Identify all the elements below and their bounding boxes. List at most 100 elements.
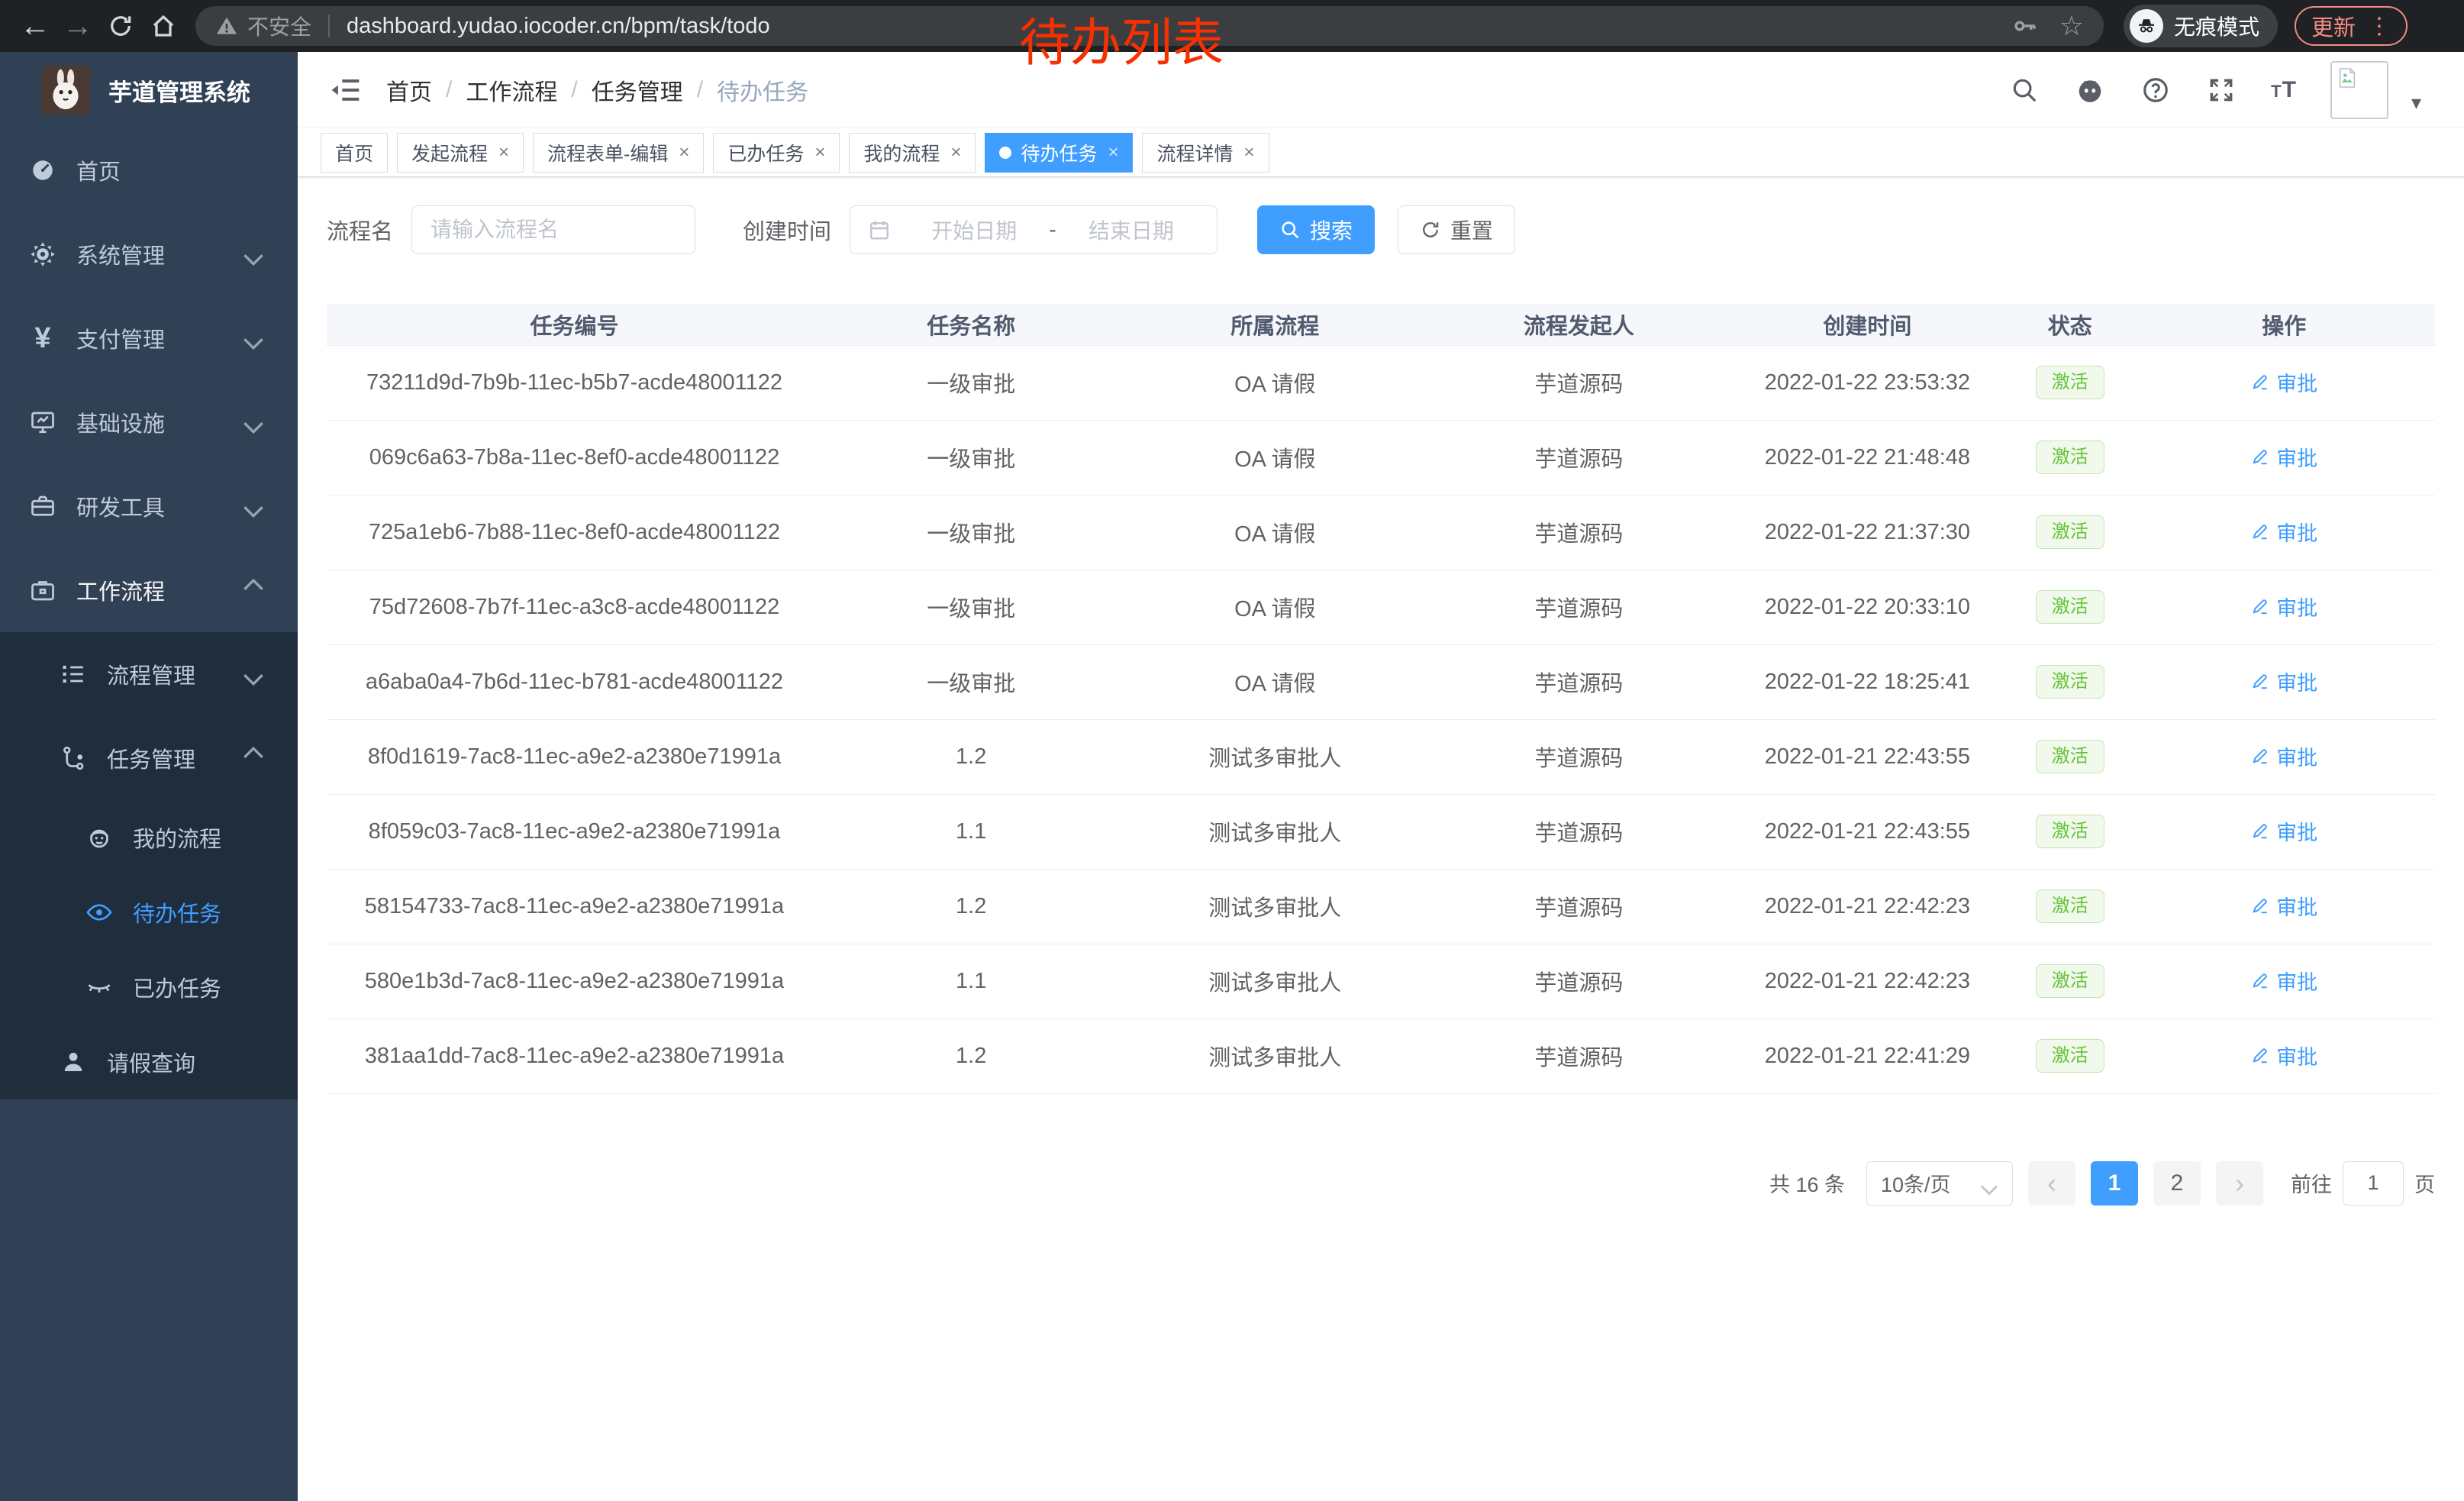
sidebar-item-task-mgmt[interactable]: 任务管理 — [0, 716, 298, 800]
approve-link[interactable]: 审批 — [2250, 517, 2317, 547]
tab-首页[interactable]: 首页 — [321, 133, 388, 173]
sidebar-item-process-mgmt[interactable]: 流程管理 — [0, 632, 298, 716]
approve-link[interactable]: 审批 — [2250, 966, 2317, 996]
process-name-input[interactable] — [411, 205, 695, 254]
task-id-cell: 8f0d1619-7ac8-11ec-a9e2-a2380e71991a — [327, 719, 822, 794]
reset-button[interactable]: 重置 — [1398, 205, 1515, 254]
create-time-cell: 2022-01-21 22:43:55 — [1728, 719, 2008, 794]
search-button[interactable]: 搜索 — [1257, 205, 1375, 254]
tab-发起流程[interactable]: 发起流程 × — [397, 133, 524, 173]
status-cell: 激活 — [2007, 1018, 2133, 1093]
status-badge: 激活 — [2036, 740, 2104, 774]
approve-link[interactable]: 审批 — [2250, 1041, 2317, 1070]
help-icon[interactable] — [2140, 74, 2172, 106]
approve-link[interactable]: 审批 — [2250, 592, 2317, 621]
task-id-cell: 069c6a63-7b8a-11ec-8ef0-acde48001122 — [327, 420, 822, 495]
eye-icon — [84, 897, 114, 928]
calendar-icon — [867, 218, 892, 242]
task-name-cell: 一级审批 — [822, 345, 1121, 420]
address-divider — [328, 15, 330, 37]
pen-icon — [2250, 372, 2270, 392]
close-tab-icon[interactable]: × — [679, 142, 689, 163]
actions-cell: 审批 — [2133, 869, 2435, 944]
sidebar-item-leave-query[interactable]: 请假查询 — [0, 1025, 298, 1099]
home-icon — [150, 12, 177, 40]
status-badge: 激活 — [2036, 441, 2104, 475]
browser-reload-button[interactable] — [99, 5, 142, 47]
key-icon[interactable] — [2012, 13, 2038, 39]
approve-link[interactable]: 审批 — [2250, 442, 2317, 472]
browser-back-button[interactable]: ← — [14, 5, 56, 47]
broken-image-icon — [2335, 66, 2359, 90]
page-button-1[interactable]: 1 — [2091, 1161, 2138, 1206]
branch-icon — [58, 743, 89, 773]
chevron-down-icon — [1980, 1177, 1998, 1189]
sidebar-item-workflow[interactable]: 工作流程 — [0, 548, 298, 632]
initiator-cell: 芋道源码 — [1430, 944, 1728, 1018]
start-date-placeholder[interactable]: 开始日期 — [905, 215, 1043, 245]
date-range-picker[interactable]: 开始日期 - 结束日期 — [850, 205, 1217, 254]
task-id-cell: 580e1b3d-7ac8-11ec-a9e2-a2380e71991a — [327, 944, 822, 1018]
close-tab-icon[interactable]: × — [950, 142, 961, 163]
tab-label: 发起流程 — [411, 139, 488, 166]
close-tab-icon[interactable]: × — [814, 142, 825, 163]
user-menu-caret-icon[interactable]: ▾ — [2411, 91, 2421, 115]
tab-流程详情[interactable]: 流程详情× — [1142, 133, 1269, 173]
table-row: 58154733-7ac8-11ec-a9e2-a2380e71991a1.2测… — [327, 869, 2435, 944]
tab-我的流程[interactable]: 我的流程× — [849, 133, 976, 173]
bookmark-star-icon[interactable]: ☆ — [2059, 10, 2084, 42]
approve-link[interactable]: 审批 — [2250, 816, 2317, 846]
breadcrumb-workflow[interactable]: 工作流程 — [466, 73, 557, 107]
next-page-button[interactable]: › — [2216, 1161, 2263, 1206]
github-icon[interactable] — [2074, 74, 2106, 106]
avatar[interactable] — [2330, 61, 2388, 119]
breadcrumb-task-mgmt[interactable]: 任务管理 — [592, 73, 683, 107]
tab-已办任务[interactable]: 已办任务× — [713, 133, 840, 173]
app-logo[interactable]: 芋道管理系统 — [0, 52, 298, 128]
status-badge: 激活 — [2036, 515, 2104, 550]
goto-page-input[interactable] — [2343, 1161, 2404, 1206]
approve-link[interactable]: 审批 — [2250, 367, 2317, 397]
sidebar-item-my-process[interactable]: 我的流程 — [0, 800, 298, 875]
close-tab-icon[interactable]: × — [498, 142, 509, 163]
tab-待办任务[interactable]: 待办任务× — [985, 133, 1133, 173]
end-date-placeholder[interactable]: 结束日期 — [1063, 215, 1200, 245]
sidebar-item-devtools[interactable]: 研发工具 — [0, 464, 298, 548]
task-name-cell: 一级审批 — [822, 420, 1121, 495]
fullscreen-icon[interactable] — [2205, 74, 2237, 106]
approve-link-label: 审批 — [2276, 667, 2317, 696]
browser-update-button[interactable]: 更新 ⋮ — [2295, 6, 2408, 46]
tab-流程表单-编辑[interactable]: 流程表单-编辑× — [533, 133, 704, 173]
prev-page-button[interactable]: ‹ — [2028, 1161, 2075, 1206]
font-size-icon[interactable]: TT — [2271, 77, 2297, 103]
sidebar-item-payment[interactable]: ¥ 支付管理 — [0, 296, 298, 380]
page-button-2[interactable]: 2 — [2153, 1161, 2201, 1206]
initiator-cell: 芋道源码 — [1430, 869, 1728, 944]
sidebar-collapse-icon[interactable] — [328, 73, 362, 107]
security-warning[interactable]: 不安全 — [215, 11, 311, 41]
incognito-label: 无痕模式 — [2174, 11, 2259, 41]
sidebar-item-todo[interactable]: 待办任务 — [0, 875, 298, 950]
monitor-icon — [27, 407, 58, 437]
browser-forward-button[interactable]: → — [56, 5, 99, 47]
approve-link[interactable]: 审批 — [2250, 891, 2317, 921]
task-id-cell: 381aa1dd-7ac8-11ec-a9e2-a2380e71991a — [327, 1018, 822, 1093]
approve-link[interactable]: 审批 — [2250, 741, 2317, 771]
header-actions: 操作 — [2133, 304, 2435, 345]
sidebar-item-infra[interactable]: 基础设施 — [0, 380, 298, 464]
approve-link-label: 审批 — [2276, 592, 2317, 621]
process-cell: 测试多审批人 — [1121, 719, 1430, 794]
sidebar-item-done[interactable]: 已办任务 — [0, 950, 298, 1025]
sidebar-item-home[interactable]: 首页 — [0, 128, 298, 212]
browser-menu-icon[interactable]: ⋮ — [2368, 13, 2391, 40]
page-size-select[interactable]: 10条/页 — [1866, 1161, 2013, 1206]
approve-link[interactable]: 审批 — [2250, 667, 2317, 696]
close-tab-icon[interactable]: × — [1244, 142, 1255, 163]
status-cell: 激活 — [2007, 345, 2133, 420]
actions-cell: 审批 — [2133, 644, 2435, 719]
close-tab-icon[interactable]: × — [1108, 142, 1118, 163]
sidebar-item-system[interactable]: 系统管理 — [0, 212, 298, 296]
breadcrumb-home[interactable]: 首页 — [386, 73, 432, 107]
search-icon[interactable] — [2008, 74, 2040, 106]
browser-home-button[interactable] — [142, 5, 185, 47]
